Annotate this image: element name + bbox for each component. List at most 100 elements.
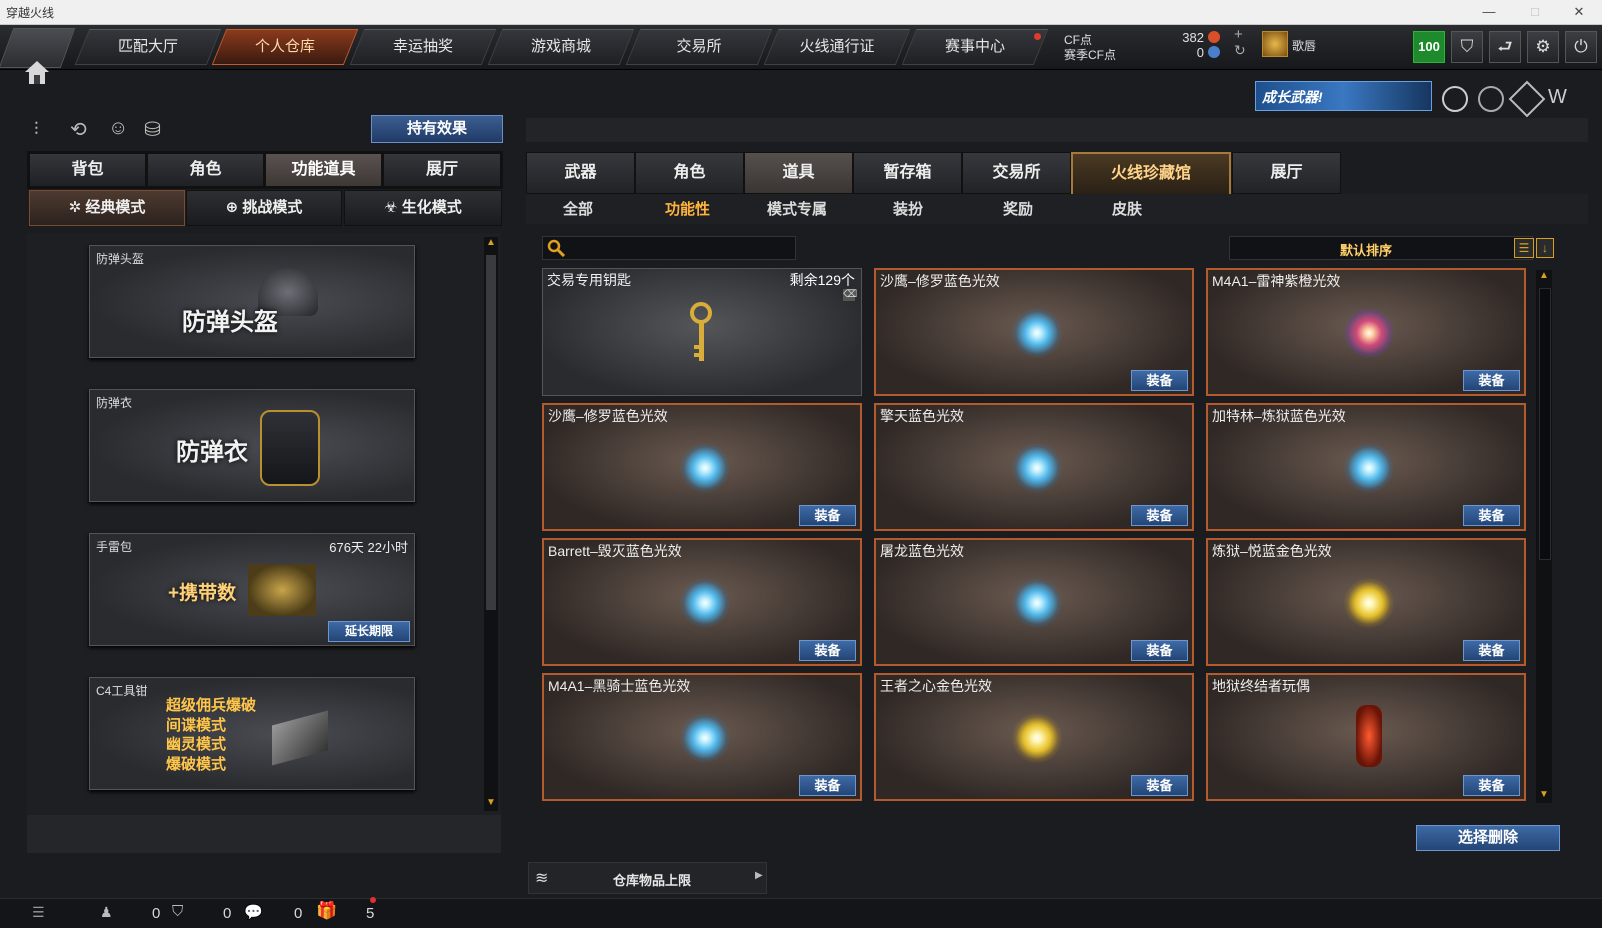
equip-button[interactable]: 装备 — [1131, 775, 1188, 796]
add-cf-button[interactable]: + — [1234, 26, 1243, 43]
globe-icon[interactable] — [1478, 86, 1504, 112]
equip-button[interactable]: 装备 — [799, 505, 856, 526]
scroll-down-arrow-icon[interactable]: ▼ — [484, 797, 498, 811]
helmet-card[interactable]: 防弹头盔 防弹头盔 — [89, 245, 415, 358]
gear-icon[interactable]: ⚙ — [1527, 31, 1559, 63]
wings-icon[interactable]: W — [1548, 86, 1572, 108]
mode-classic[interactable]: ✲ 经典模式 — [29, 190, 185, 226]
grenade-pack-card[interactable]: 手雷包 676天 22小时 +携带数 延长期限 — [89, 533, 415, 646]
equip-button[interactable]: 装备 — [1463, 370, 1520, 391]
character-icon[interactable]: ☺ — [108, 117, 128, 140]
right-tab-5[interactable]: 火线珍藏馆 — [1071, 152, 1231, 196]
power-icon[interactable]: ⏻ — [1565, 31, 1597, 63]
shield-icon[interactable]: ⛉ — [1451, 31, 1483, 63]
gift-icon[interactable]: 🎁 — [316, 901, 337, 921]
owned-effects-button[interactable]: 持有效果 — [371, 115, 503, 143]
emblem-icon[interactable] — [1508, 80, 1546, 118]
tab-character[interactable]: 角色 — [147, 153, 264, 187]
equip-button[interactable]: 装备 — [1463, 505, 1520, 526]
item-card[interactable]: M4A1–雷神紫橙光效 装备 — [1206, 268, 1526, 396]
grid-scroll-down-icon[interactable]: ▼ — [1536, 789, 1552, 803]
item-card[interactable]: 沙鹰–修罗蓝色光效 装备 — [542, 403, 862, 531]
right-tab-1[interactable]: 角色 — [635, 152, 744, 194]
select-delete-button[interactable]: 选择删除 — [1416, 825, 1560, 851]
item-card[interactable]: 擎天蓝色光效装备 — [874, 403, 1194, 531]
right-tab-2[interactable]: 道具 — [744, 152, 853, 194]
equip-button[interactable]: 装备 — [1131, 505, 1188, 526]
subtab-2[interactable]: 模式专属 — [767, 198, 827, 219]
tab-showroom[interactable]: 展厅 — [383, 153, 501, 187]
equip-button[interactable]: 装备 — [1131, 640, 1188, 661]
right-tab-0[interactable]: 武器 — [526, 152, 635, 194]
friends-icon[interactable]: ♟ — [100, 904, 113, 921]
tab-functional-items[interactable]: 功能道具 — [265, 153, 382, 187]
subtab-0[interactable]: 全部 — [563, 198, 593, 219]
growth-weapon-banner[interactable]: 成长武器! — [1255, 81, 1432, 111]
right-scroll-thumb[interactable] — [1539, 288, 1551, 560]
trash-icon[interactable]: ⌫ — [843, 289, 857, 301]
close-button[interactable]: ✕ — [1556, 0, 1602, 24]
item-card[interactable]: M4A1–黑骑士蓝色光效 装备 — [542, 673, 862, 801]
nav-tab-2[interactable]: 幸运抽奖 — [349, 29, 497, 65]
search-input[interactable] — [542, 236, 796, 260]
mode-biochemical[interactable]: ☣ 生化模式 — [344, 190, 502, 226]
bag-icon[interactable]: ⛁ — [144, 117, 161, 142]
sort-dropdown[interactable]: 默认排序 — [1229, 236, 1533, 260]
maximize-button[interactable]: □ — [1512, 0, 1558, 24]
nav-tab-5[interactable]: 火线通行证 — [763, 29, 911, 65]
left-scroll-thumb[interactable] — [486, 255, 496, 610]
nav-tab-3[interactable]: 游戏商城 — [487, 29, 635, 65]
c4-mode-2: 间谍模式 — [166, 716, 227, 734]
tab-backpack[interactable]: 背包 — [29, 153, 146, 187]
ranking-icon[interactable]: ⫶ — [34, 119, 39, 140]
item-card[interactable]: 屠龙蓝色光效 装备 — [874, 538, 1194, 666]
item-name: 擎天蓝色光效 — [880, 408, 964, 424]
item-card[interactable]: 沙鹰–修罗蓝色光效 装备 — [874, 268, 1194, 396]
subtab-3[interactable]: 装扮 — [893, 198, 923, 219]
nav-tab-0[interactable]: 匹配大厅 — [74, 29, 222, 65]
minimize-button[interactable]: — — [1466, 0, 1512, 24]
left-scrollbar[interactable]: ▲ ▼ — [484, 237, 498, 811]
armor-card[interactable]: 防弹衣 防弹衣 — [89, 389, 415, 502]
equip-button[interactable]: 装备 — [1131, 370, 1188, 391]
right-tab-3[interactable]: 暂存箱 — [853, 152, 962, 194]
chat-icon[interactable]: 💬 — [244, 903, 263, 921]
nav-tab-6[interactable]: 赛事中心 — [901, 29, 1049, 65]
refresh-cf-button[interactable]: ↻ — [1234, 42, 1246, 59]
nav-tab-1[interactable]: 个人仓库 — [211, 29, 359, 65]
mode-challenge[interactable]: ⊕ 挑战模式 — [186, 190, 342, 226]
subtab-5[interactable]: 皮肤 — [1112, 198, 1142, 219]
right-tab-4[interactable]: 交易所 — [962, 152, 1071, 194]
c4-tool-card[interactable]: C4工具钳 超级佣兵爆破 间谍模式 幽灵模式 爆破模式 — [89, 677, 415, 790]
return-icon[interactable]: ⮐ — [1489, 31, 1521, 63]
item-card[interactable]: 炼狱–悦蓝金色光效 装备 — [1206, 538, 1526, 666]
nav-tab-label: 个人仓库 — [254, 38, 315, 55]
item-card[interactable]: Barrett–毁灭蓝色光效 装备 — [542, 538, 862, 666]
right-scrollbar[interactable]: ▲ ▼ — [1536, 270, 1552, 803]
item-card[interactable]: 王者之心金色光效 装备 — [874, 673, 1194, 801]
left-footer — [27, 815, 501, 853]
extend-duration-button[interactable]: 延长期限 — [328, 621, 410, 642]
equip-button[interactable]: 装备 — [1463, 775, 1520, 796]
capacity-bar[interactable]: ≋ 仓库物品上限 ▶ — [528, 862, 767, 894]
subtab-1[interactable]: 功能性 — [665, 198, 710, 219]
shield-medal-icon[interactable] — [1442, 86, 1468, 112]
clan-icon[interactable]: ⛉ — [172, 903, 183, 920]
sort-order-icon[interactable]: ↓ — [1536, 238, 1554, 258]
equip-button[interactable]: 装备 — [1463, 640, 1520, 661]
mode-challenge-label: 挑战模式 — [242, 199, 303, 216]
scroll-up-arrow-icon[interactable]: ▲ — [484, 237, 498, 251]
item-name: 地狱终结者玩偶 — [1212, 678, 1310, 694]
item-card[interactable]: 地狱终结者玩偶装备 — [1206, 673, 1526, 801]
equip-button[interactable]: 装备 — [799, 640, 856, 661]
nav-tab-4[interactable]: 交易所 — [625, 29, 773, 65]
menu-icon[interactable]: ☰ — [32, 904, 45, 921]
equip-button[interactable]: 装备 — [799, 775, 856, 796]
item-card[interactable]: 加特林–炼狱蓝色光效 装备 — [1206, 403, 1526, 531]
item-card[interactable]: 交易专用钥匙 剩余129个 ⌫ — [542, 268, 862, 396]
subtab-4[interactable]: 奖励 — [1003, 198, 1033, 219]
list-view-icon[interactable]: ☰ — [1514, 238, 1534, 258]
right-tab-6[interactable]: 展厅 — [1232, 152, 1341, 194]
history-icon[interactable]: ⟲ — [70, 117, 87, 142]
grid-scroll-up-icon[interactable]: ▲ — [1536, 270, 1552, 284]
